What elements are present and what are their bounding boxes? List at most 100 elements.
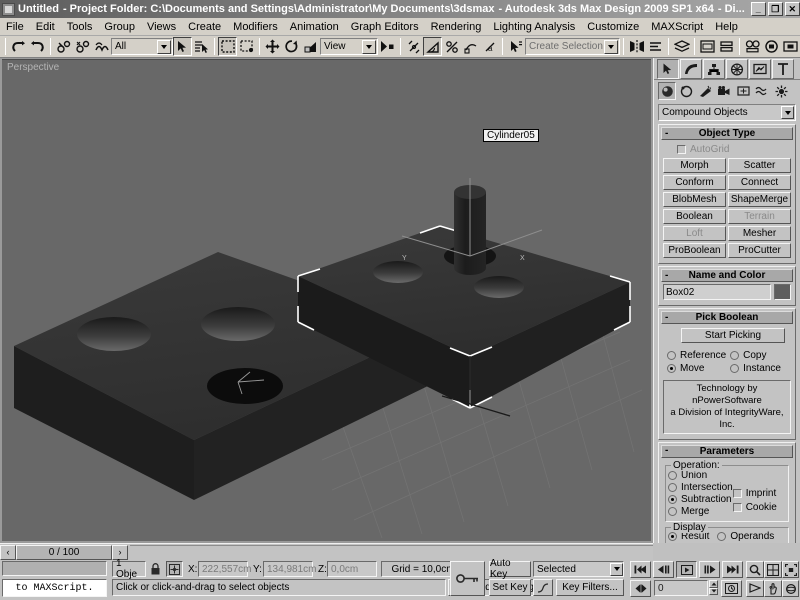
- shapes-icon[interactable]: [677, 82, 695, 100]
- redo-icon[interactable]: [28, 37, 47, 56]
- collapse-icon[interactable]: -: [665, 270, 668, 281]
- space-warps-icon[interactable]: [753, 82, 771, 100]
- geometry-icon[interactable]: [658, 82, 676, 100]
- operands-radio[interactable]: [717, 531, 727, 541]
- previous-frame-icon[interactable]: [653, 561, 674, 578]
- spinner-snap-extra-icon[interactable]: a: [480, 37, 499, 56]
- selection-lock-icon[interactable]: [148, 562, 163, 576]
- chevron-down-icon[interactable]: [610, 562, 623, 576]
- chevron-down-icon[interactable]: [157, 39, 171, 54]
- menu-item-rendering[interactable]: Rendering: [425, 20, 488, 34]
- y-coordinate-field[interactable]: 134,981cm: [263, 561, 316, 577]
- time-slider[interactable]: 0 / 100: [16, 544, 112, 560]
- maxscript-mini-listener-output[interactable]: to MAXScript.: [2, 579, 107, 597]
- menu-item-graph-editors[interactable]: Graph Editors: [345, 20, 425, 34]
- reference-radio-row[interactable]: Reference: [667, 350, 726, 361]
- key-mode-toggle-icon[interactable]: [450, 561, 485, 596]
- align-icon[interactable]: [646, 37, 665, 56]
- mirror-icon[interactable]: [627, 37, 646, 56]
- create-tab[interactable]: [657, 59, 679, 79]
- lights-icon[interactable]: [696, 82, 714, 100]
- chevron-down-icon[interactable]: [362, 39, 376, 54]
- use-pivot-point-center-icon[interactable]: [378, 37, 397, 56]
- connect-button[interactable]: Connect: [728, 175, 791, 190]
- render-setup-icon[interactable]: [762, 37, 781, 56]
- menu-item-group[interactable]: Group: [98, 20, 141, 34]
- imprint-row[interactable]: Imprint: [732, 488, 786, 499]
- zoom-extents-icon[interactable]: [782, 561, 799, 578]
- conform-button[interactable]: Conform: [663, 175, 726, 190]
- merge-radio[interactable]: [668, 506, 677, 516]
- parameters-header[interactable]: - Parameters: [661, 444, 793, 458]
- menu-item-file[interactable]: File: [0, 20, 30, 34]
- merge-radio-row[interactable]: Merge: [668, 506, 733, 517]
- subtraction-radio[interactable]: [668, 494, 677, 504]
- current-frame-field[interactable]: 0: [654, 580, 708, 596]
- hierarchy-tab[interactable]: [703, 59, 725, 79]
- autogrid-row[interactable]: AutoGrid: [677, 144, 791, 155]
- chevron-down-icon[interactable]: [781, 106, 794, 119]
- menu-item-help[interactable]: Help: [709, 20, 744, 34]
- select-by-name-icon[interactable]: [192, 37, 211, 56]
- angle-snap-toggle-icon[interactable]: [423, 37, 442, 56]
- undo-icon[interactable]: [9, 37, 28, 56]
- reference-coordinate-system-combo[interactable]: View: [320, 38, 378, 55]
- name-and-color-header[interactable]: - Name and Color: [661, 269, 793, 282]
- zoom-all-icon[interactable]: [764, 561, 782, 578]
- pan-view-icon[interactable]: [764, 580, 782, 597]
- arc-rotate-icon[interactable]: [782, 580, 799, 597]
- helpers-icon[interactable]: [734, 82, 752, 100]
- select-and-link-icon[interactable]: [54, 37, 73, 56]
- utilities-tab[interactable]: [772, 59, 794, 79]
- menu-item-customize[interactable]: Customize: [581, 20, 645, 34]
- mesher-button[interactable]: Mesher: [728, 226, 791, 241]
- boolean-button[interactable]: Boolean: [663, 209, 726, 224]
- schematic-view-icon[interactable]: [717, 37, 736, 56]
- menu-item-views[interactable]: Views: [141, 20, 182, 34]
- cookie-row[interactable]: Cookie: [732, 502, 786, 513]
- instance-radio-row[interactable]: Instance: [730, 363, 787, 374]
- blobmesh-button[interactable]: BlobMesh: [663, 192, 726, 207]
- next-frame-icon[interactable]: [699, 561, 720, 578]
- display-tab[interactable]: [749, 59, 771, 79]
- key-filters-button[interactable]: Key Filters...: [556, 579, 624, 596]
- track-bar[interactable]: [130, 544, 653, 560]
- minimize-button[interactable]: _: [750, 2, 766, 16]
- restore-button[interactable]: ❐: [767, 2, 783, 16]
- spinner-down-icon[interactable]: [709, 587, 718, 595]
- time-configuration-icon[interactable]: [721, 580, 742, 597]
- menu-item-lighting-analysis[interactable]: Lighting Analysis: [487, 20, 581, 34]
- unlink-selection-icon[interactable]: [73, 37, 92, 56]
- key-filter-selected-combo[interactable]: Selected: [533, 561, 624, 577]
- operands-radio-row[interactable]: Operands: [717, 531, 774, 542]
- rectangular-selection-region-icon[interactable]: [218, 37, 237, 56]
- reference-radio[interactable]: [667, 351, 676, 360]
- field-of-view-icon[interactable]: [746, 580, 764, 597]
- imprint-checkbox[interactable]: [732, 488, 742, 498]
- object-type-header[interactable]: - Object Type: [661, 127, 793, 140]
- rendered-frame-window-icon[interactable]: [781, 37, 800, 56]
- menu-item-modifiers[interactable]: Modifiers: [227, 20, 284, 34]
- union-radio-row[interactable]: Union: [668, 470, 733, 481]
- collapse-icon[interactable]: -: [665, 446, 668, 456]
- maxscript-mini-listener-input[interactable]: [2, 561, 107, 576]
- pick-boolean-header[interactable]: - Pick Boolean: [661, 311, 793, 324]
- menu-item-animation[interactable]: Animation: [284, 20, 345, 34]
- window-crossing-icon[interactable]: [237, 37, 256, 56]
- select-object-icon[interactable]: [173, 37, 192, 56]
- select-and-move-icon[interactable]: [263, 37, 282, 56]
- z-coordinate-field[interactable]: 0,0cm: [327, 561, 377, 577]
- motion-tab[interactable]: [726, 59, 748, 79]
- copy-radio[interactable]: [730, 351, 740, 360]
- set-key-button[interactable]: Set Key: [489, 579, 531, 596]
- spinner-snap-toggle-icon[interactable]: [461, 37, 480, 56]
- play-animation-icon[interactable]: [676, 561, 697, 578]
- layer-manager-icon[interactable]: [672, 37, 691, 56]
- procutter-button[interactable]: ProCutter: [728, 243, 791, 258]
- move-radio[interactable]: [667, 364, 676, 373]
- percent-snap-toggle-icon[interactable]: [442, 37, 461, 56]
- union-radio[interactable]: [668, 470, 677, 480]
- curve-editor-icon[interactable]: [698, 37, 717, 56]
- go-to-end-icon[interactable]: [722, 561, 743, 578]
- select-and-rotate-icon[interactable]: [282, 37, 301, 56]
